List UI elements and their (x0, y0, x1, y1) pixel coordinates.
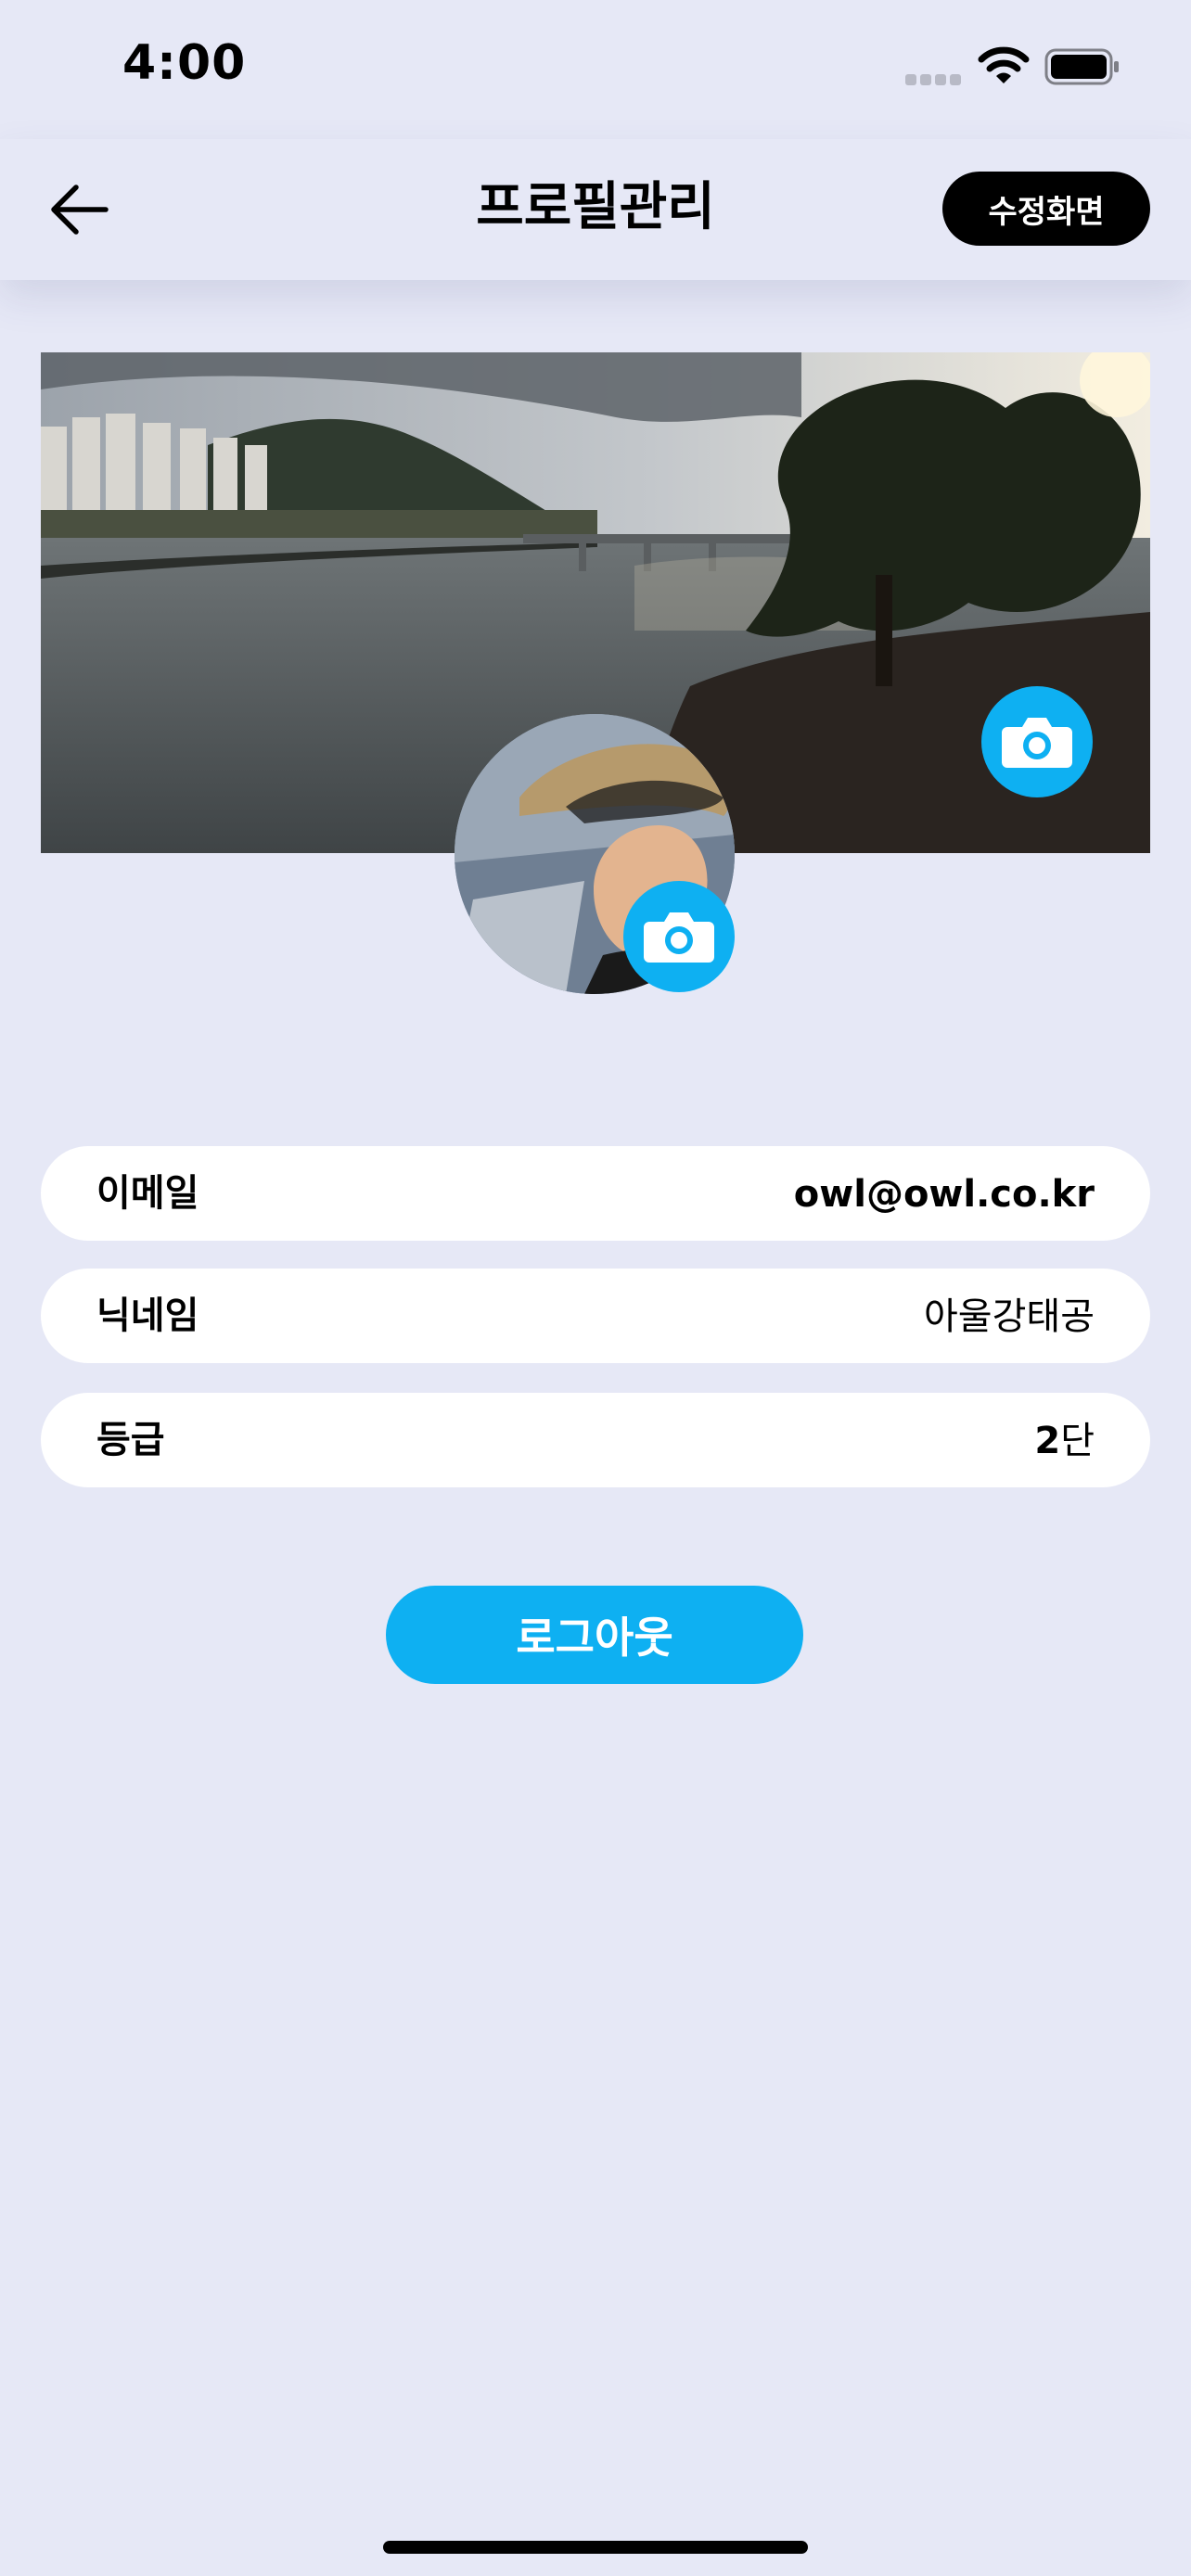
back-button[interactable] (37, 176, 121, 243)
status-time: 4:00 (122, 35, 247, 91)
home-indicator (383, 2541, 808, 2554)
navigation-bar: 프로필관리 수정화면 (0, 139, 1191, 280)
grade-value: 2단 (1034, 1393, 1095, 1489)
cover-camera-button[interactable] (981, 686, 1093, 797)
grade-label: 등급 (96, 1419, 165, 1461)
battery-icon (1044, 48, 1119, 85)
page-title: 프로필관리 (476, 177, 715, 237)
nickname-label: 닉네임 (96, 1294, 199, 1337)
nickname-row: 닉네임 아울강태공 (41, 1269, 1150, 1363)
email-value: owl@owl.co.kr (793, 1173, 1095, 1216)
logout-button[interactable]: 로그아웃 (386, 1586, 803, 1684)
email-row: 이메일 owl@owl.co.kr (41, 1146, 1150, 1241)
arrow-left-icon (51, 185, 109, 235)
camera-icon (644, 912, 714, 963)
cellular-signal-icon (905, 74, 961, 85)
status-bar: 4:00 (0, 0, 1191, 139)
grade-number: 2 (1034, 1420, 1061, 1462)
avatar-camera-button[interactable] (623, 881, 735, 992)
nickname-value: 아울강태공 (924, 1295, 1095, 1338)
grade-unit: 단 (1060, 1420, 1095, 1462)
wifi-icon (978, 46, 1030, 83)
camera-icon (1002, 718, 1072, 768)
edit-screen-button[interactable]: 수정화면 (942, 172, 1150, 246)
grade-row: 등급 2단 (41, 1393, 1150, 1487)
email-label: 이메일 (96, 1172, 199, 1215)
